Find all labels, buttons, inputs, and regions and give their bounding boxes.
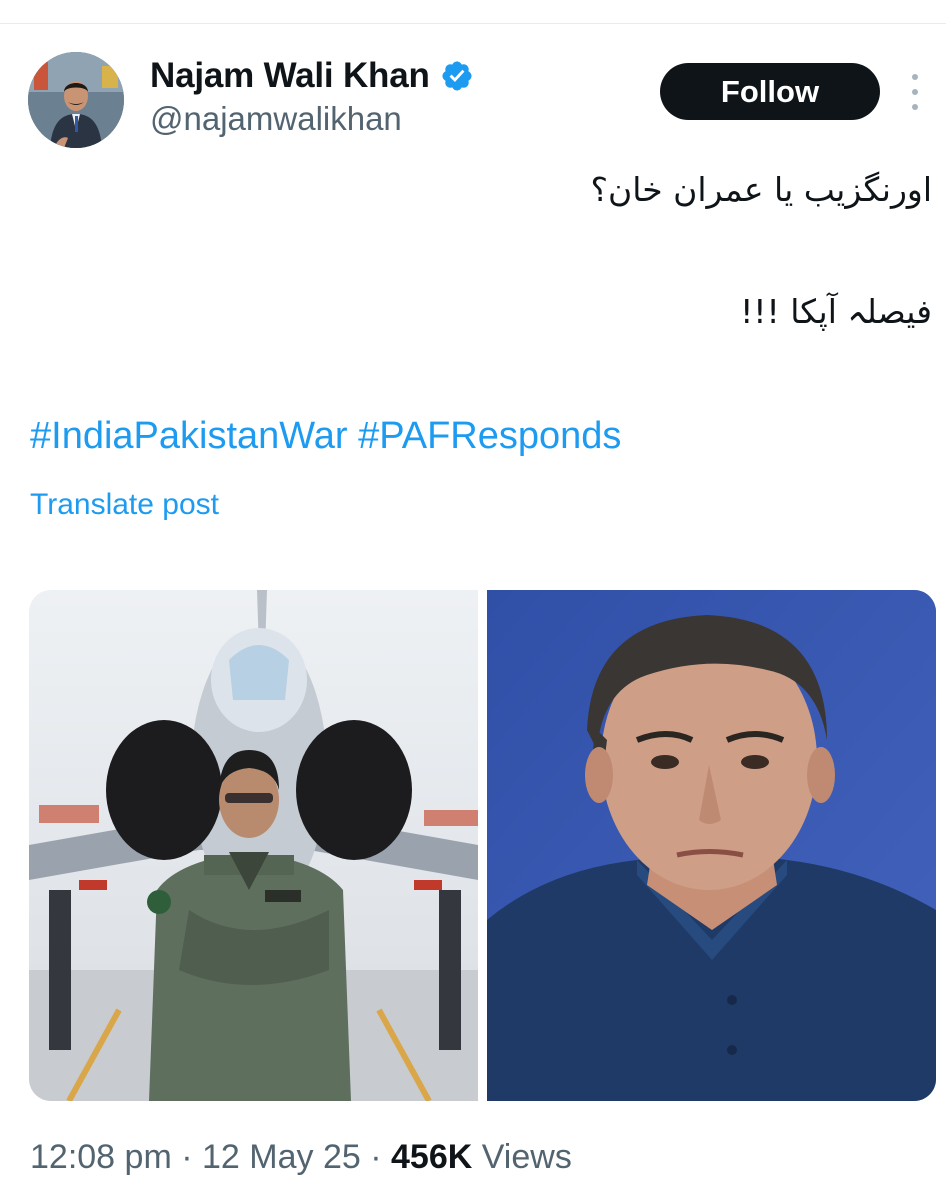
hashtags: #IndiaPakistanWar #PAFResponds: [30, 415, 621, 458]
verified-badge-icon: [440, 59, 474, 93]
author-handle[interactable]: @najamwalikhan: [150, 100, 402, 138]
post-text-line-2: فیصلہ آپکا !!!: [740, 292, 932, 331]
post-image-portrait[interactable]: [487, 590, 936, 1101]
hashtag-link[interactable]: #IndiaPakistanWar: [30, 415, 348, 457]
translate-post-link[interactable]: Translate post: [30, 488, 219, 522]
hashtag-link[interactable]: #PAFResponds: [358, 415, 621, 457]
post-text-line-1: اورنگزیب یا عمران خان؟: [590, 170, 932, 209]
views-label: Views: [481, 1138, 572, 1176]
dot: [912, 89, 918, 95]
follow-button[interactable]: Follow: [660, 63, 880, 120]
avatar[interactable]: [28, 52, 124, 148]
dot: [912, 74, 918, 80]
author-name[interactable]: Najam Wali Khan: [150, 56, 430, 96]
post-image-pilot[interactable]: [29, 590, 478, 1101]
author-name-row[interactable]: Najam Wali Khan: [150, 54, 474, 98]
views-count: 456K: [391, 1138, 473, 1176]
top-divider: [0, 23, 946, 24]
meta-separator: ·: [370, 1138, 382, 1176]
post-time[interactable]: 12:08 pm: [30, 1138, 172, 1176]
meta-separator: ·: [181, 1138, 193, 1176]
dot: [912, 104, 918, 110]
post-meta: 12:08 pm · 12 May 25 · 456K Views: [30, 1138, 572, 1177]
vertical-dots-icon[interactable]: [905, 74, 925, 110]
post-date[interactable]: 12 May 25: [202, 1138, 361, 1176]
